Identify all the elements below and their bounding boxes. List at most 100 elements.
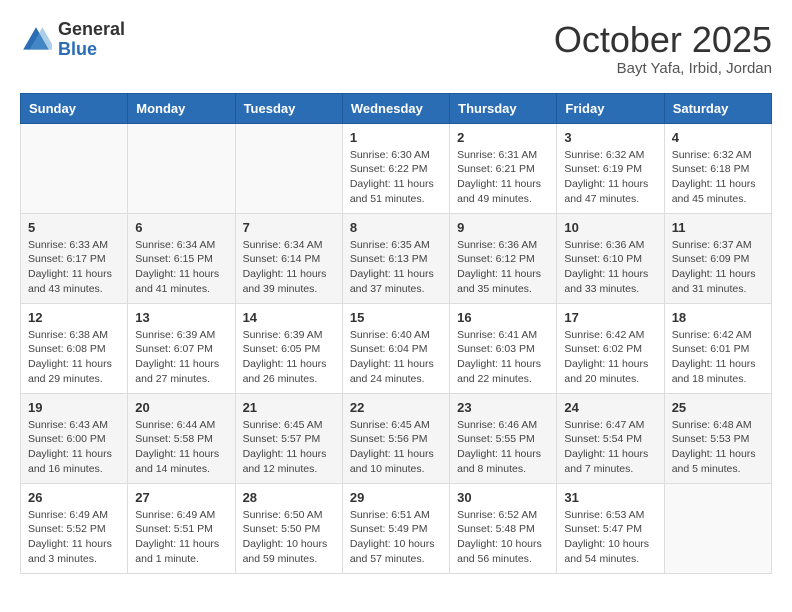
day-info: Sunrise: 6:46 AMSunset: 5:55 PMDaylight:… (457, 418, 549, 477)
day-cell: 21 Sunrise: 6:45 AMSunset: 5:57 PMDayligh… (235, 393, 342, 483)
day-cell: 9Sunrise: 6:36 AMSunset: 6:12 PMDaylight… (450, 213, 557, 303)
weekday-header-wednesday: Wednesday (342, 93, 449, 123)
day-info: Sunrise: 6:42 AMSunset: 6:01 PMDaylight:… (672, 328, 764, 387)
day-cell: 23 Sunrise: 6:46 AMSunset: 5:55 PMDayligh… (450, 393, 557, 483)
day-number: 28 (243, 490, 335, 505)
day-number: 6 (135, 220, 227, 235)
day-info: Sunrise: 6:44 AMSunset: 5:58 PMDaylight:… (135, 418, 227, 477)
day-info: Sunrise: 6:32 AMSunset: 6:18 PMDaylight:… (672, 148, 764, 207)
day-number: 2 (457, 130, 549, 145)
day-info: Sunrise: 6:43 AMSunset: 6:00 PMDaylight:… (28, 418, 120, 477)
day-cell: 26 Sunrise: 6:49 AMSunset: 5:52 PMDayligh… (21, 483, 128, 573)
weekday-header-row: SundayMondayTuesdayWednesdayThursdayFrid… (21, 93, 772, 123)
day-number: 17 (564, 310, 656, 325)
title-block: October 2025 Bayt Yafa, Irbid, Jordan (554, 20, 772, 77)
day-info: Sunrise: 6:40 AMSunset: 6:04 PMDaylight:… (350, 328, 442, 387)
day-info: Sunrise: 6:51 AMSunset: 5:49 PMDaylight:… (350, 508, 442, 567)
day-info: Sunrise: 6:37 AMSunset: 6:09 PMDaylight:… (672, 238, 764, 297)
day-info: Sunrise: 6:30 AMSunset: 6:22 PMDaylight:… (350, 148, 442, 207)
day-cell: 8Sunrise: 6:35 AMSunset: 6:13 PMDaylight… (342, 213, 449, 303)
day-number: 25 (672, 400, 764, 415)
day-cell: 16 Sunrise: 6:41 AMSunset: 6:03 PMDayligh… (450, 303, 557, 393)
day-number: 19 (28, 400, 120, 415)
day-info: Sunrise: 6:39 AMSunset: 6:05 PMDaylight:… (243, 328, 335, 387)
day-info: Sunrise: 6:47 AMSunset: 5:54 PMDaylight:… (564, 418, 656, 477)
day-number: 16 (457, 310, 549, 325)
day-cell: 25 Sunrise: 6:48 AMSunset: 5:53 PMDayligh… (664, 393, 771, 483)
day-cell: 14 Sunrise: 6:39 AMSunset: 6:05 PMDayligh… (235, 303, 342, 393)
day-cell: 17 Sunrise: 6:42 AMSunset: 6:02 PMDayligh… (557, 303, 664, 393)
day-cell: 20Sunrise: 6:44 AMSunset: 5:58 PMDayligh… (128, 393, 235, 483)
day-info: Sunrise: 6:53 AMSunset: 5:47 PMDaylight:… (564, 508, 656, 567)
day-cell: 31 Sunrise: 6:53 AMSunset: 5:47 PMDayligh… (557, 483, 664, 573)
day-cell: 10 Sunrise: 6:36 AMSunset: 6:10 PMDayligh… (557, 213, 664, 303)
day-info: Sunrise: 6:48 AMSunset: 5:53 PMDaylight:… (672, 418, 764, 477)
day-cell: 5 Sunrise: 6:33 AMSunset: 6:17 PMDaylight… (21, 213, 128, 303)
day-number: 15 (350, 310, 442, 325)
day-number: 27 (135, 490, 227, 505)
day-info: Sunrise: 6:45 AMSunset: 5:57 PMDaylight:… (243, 418, 335, 477)
day-info: Sunrise: 6:32 AMSunset: 6:19 PMDaylight:… (564, 148, 656, 207)
weekday-header-friday: Friday (557, 93, 664, 123)
day-number: 23 (457, 400, 549, 415)
week-row-2: 5 Sunrise: 6:33 AMSunset: 6:17 PMDaylight… (21, 213, 772, 303)
day-cell: 27 Sunrise: 6:49 AMSunset: 5:51 PMDayligh… (128, 483, 235, 573)
day-number: 1 (350, 130, 442, 145)
day-number: 12 (28, 310, 120, 325)
day-number: 10 (564, 220, 656, 235)
day-cell: 3 Sunrise: 6:32 AMSunset: 6:19 PMDaylight… (557, 123, 664, 213)
day-cell: 19 Sunrise: 6:43 AMSunset: 6:00 PMDayligh… (21, 393, 128, 483)
day-cell: 2Sunrise: 6:31 AMSunset: 6:21 PMDaylight… (450, 123, 557, 213)
day-info: Sunrise: 6:45 AMSunset: 5:56 PMDaylight:… (350, 418, 442, 477)
day-cell: 29 Sunrise: 6:51 AMSunset: 5:49 PMDayligh… (342, 483, 449, 573)
day-number: 30 (457, 490, 549, 505)
day-info: Sunrise: 6:36 AMSunset: 6:12 PMDaylight:… (457, 238, 549, 297)
logo: General Blue (20, 20, 125, 60)
day-cell (128, 123, 235, 213)
day-cell: 7Sunrise: 6:34 AMSunset: 6:14 PMDaylight… (235, 213, 342, 303)
week-row-4: 19 Sunrise: 6:43 AMSunset: 6:00 PMDayligh… (21, 393, 772, 483)
page-header: General Blue October 2025 Bayt Yafa, Irb… (20, 20, 772, 77)
day-number: 21 (243, 400, 335, 415)
day-cell (664, 483, 771, 573)
day-number: 14 (243, 310, 335, 325)
day-number: 31 (564, 490, 656, 505)
day-cell: 11Sunrise: 6:37 AMSunset: 6:09 PMDayligh… (664, 213, 771, 303)
day-info: Sunrise: 6:38 AMSunset: 6:08 PMDaylight:… (28, 328, 120, 387)
day-number: 22 (350, 400, 442, 415)
day-info: Sunrise: 6:39 AMSunset: 6:07 PMDaylight:… (135, 328, 227, 387)
day-info: Sunrise: 6:36 AMSunset: 6:10 PMDaylight:… (564, 238, 656, 297)
day-info: Sunrise: 6:50 AMSunset: 5:50 PMDaylight:… (243, 508, 335, 567)
weekday-header-monday: Monday (128, 93, 235, 123)
day-number: 26 (28, 490, 120, 505)
day-info: Sunrise: 6:33 AMSunset: 6:17 PMDaylight:… (28, 238, 120, 297)
day-cell: 13 Sunrise: 6:39 AMSunset: 6:07 PMDayligh… (128, 303, 235, 393)
day-cell: 12 Sunrise: 6:38 AMSunset: 6:08 PMDayligh… (21, 303, 128, 393)
day-number: 18 (672, 310, 764, 325)
day-cell (21, 123, 128, 213)
day-cell: 30 Sunrise: 6:52 AMSunset: 5:48 PMDayligh… (450, 483, 557, 573)
weekday-header-sunday: Sunday (21, 93, 128, 123)
logo-icon (20, 24, 52, 56)
day-number: 5 (28, 220, 120, 235)
day-cell: 4Sunrise: 6:32 AMSunset: 6:18 PMDaylight… (664, 123, 771, 213)
day-info: Sunrise: 6:52 AMSunset: 5:48 PMDaylight:… (457, 508, 549, 567)
day-cell: 22 Sunrise: 6:45 AMSunset: 5:56 PMDayligh… (342, 393, 449, 483)
day-number: 3 (564, 130, 656, 145)
day-cell: 1 Sunrise: 6:30 AMSunset: 6:22 PMDaylight… (342, 123, 449, 213)
weekday-header-saturday: Saturday (664, 93, 771, 123)
week-row-5: 26 Sunrise: 6:49 AMSunset: 5:52 PMDayligh… (21, 483, 772, 573)
day-info: Sunrise: 6:41 AMSunset: 6:03 PMDaylight:… (457, 328, 549, 387)
day-info: Sunrise: 6:42 AMSunset: 6:02 PMDaylight:… (564, 328, 656, 387)
day-info: Sunrise: 6:49 AMSunset: 5:52 PMDaylight:… (28, 508, 120, 567)
location: Bayt Yafa, Irbid, Jordan (554, 60, 772, 77)
day-cell: 18 Sunrise: 6:42 AMSunset: 6:01 PMDayligh… (664, 303, 771, 393)
day-cell: 24Sunrise: 6:47 AMSunset: 5:54 PMDayligh… (557, 393, 664, 483)
day-number: 7 (243, 220, 335, 235)
day-number: 29 (350, 490, 442, 505)
week-row-3: 12 Sunrise: 6:38 AMSunset: 6:08 PMDayligh… (21, 303, 772, 393)
day-info: Sunrise: 6:49 AMSunset: 5:51 PMDaylight:… (135, 508, 227, 567)
day-cell: 15 Sunrise: 6:40 AMSunset: 6:04 PMDayligh… (342, 303, 449, 393)
day-number: 13 (135, 310, 227, 325)
calendar: SundayMondayTuesdayWednesdayThursdayFrid… (20, 93, 772, 574)
